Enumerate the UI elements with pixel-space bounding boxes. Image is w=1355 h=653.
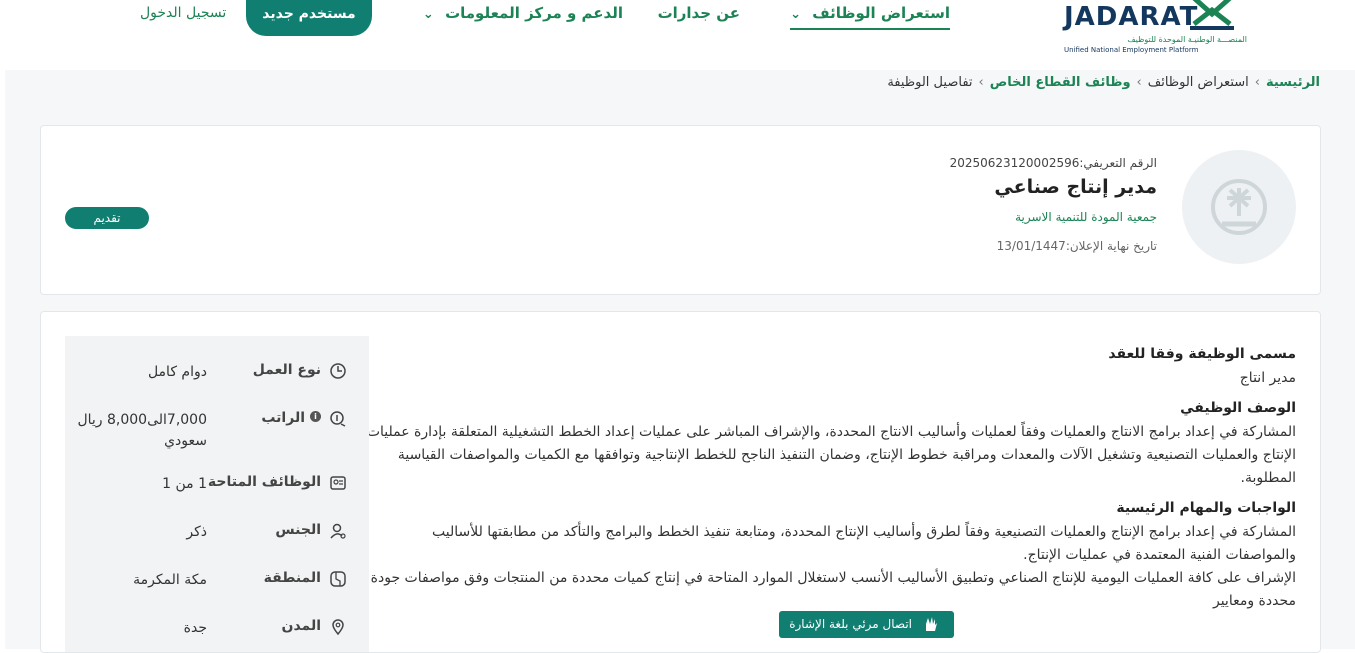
ad-deadline: تاريخ نهاية الإعلان:13/01/1447 [996, 239, 1157, 253]
logo-subtitle-ar: المنصـــة الوطنيـة الموحدة للتوظيف [1127, 35, 1247, 44]
new-user-button[interactable]: مستخدم جديد [246, 0, 372, 36]
sign-language-call-button[interactable]: اتصال مرئي بلغة الإشارة [779, 611, 954, 638]
breadcrumb-separator-icon: › [1254, 75, 1260, 90]
attribute-label: نوع العمل [252, 362, 321, 378]
breadcrumb-private-sector[interactable]: وظائف القطاع الخاص [990, 75, 1131, 90]
salary-label-text: الراتب [261, 410, 305, 426]
attribute-value: 1 من 1 [162, 476, 207, 492]
attribute-value: 7,000الى8,000 ريال سعودي [77, 412, 207, 449]
apply-button[interactable]: تقديم [65, 207, 149, 229]
attribute-label: i الراتب [261, 410, 321, 426]
id-card-icon [330, 476, 346, 490]
job-summary-card: الرقم التعريفي:20250623120002596 مدير إن… [40, 125, 1321, 295]
login-link[interactable]: تسجيل الدخول [140, 5, 226, 21]
contract-title-heading: مسمى الوظيفة وفقا للعقد [1108, 346, 1296, 362]
description-text: المشاركة في إعداد برامج الانتاج والعمليا… [366, 424, 1296, 486]
nav-browse-jobs-label: استعراض الوظائف [812, 4, 950, 22]
nav-about-jadarat[interactable]: عن جدارات [658, 4, 740, 22]
job-details-card: مسمى الوظيفة وفقا للعقد مدير انتاج الوصف… [40, 311, 1321, 653]
breadcrumb-separator-icon: › [978, 75, 984, 90]
attribute-value: مكة المكرمة [133, 572, 207, 588]
nav-about-label: عن جدارات [657, 4, 740, 22]
duty-item: المشاركة في إعداد برامج الإنتاج والعمليا… [431, 524, 1296, 563]
job-description-section: مسمى الوظيفة وفقا للعقد مدير انتاج الوصف… [366, 342, 1296, 613]
attribute-value: ذكر [186, 524, 207, 540]
job-title: مدير إنتاج صناعي [994, 176, 1157, 198]
clock-icon [330, 363, 346, 379]
organization-name[interactable]: جمعية المودة للتنمية الاسرية [1015, 210, 1157, 224]
jadarat-logo[interactable]: JADARAT المنصـــة الوطنيـة الموحدة للتوظ… [1062, 0, 1252, 60]
organization-placeholder-icon [1211, 179, 1267, 235]
duty-item: الإشراف على كافة العمليات اليومية للإنتا… [370, 570, 1296, 609]
job-reference-number: الرقم التعريفي:20250623120002596 [949, 156, 1157, 170]
site-header: JADARAT المنصـــة الوطنيـة الموحدة للتوظ… [0, 0, 1355, 70]
nav-support-label: الدعم و مركز المعلومات [445, 4, 623, 22]
attribute-label: الجنس [275, 522, 321, 538]
gender-icon [330, 523, 346, 539]
nav-support[interactable]: الدعم و مركز المعلومات ⌄ [423, 4, 623, 22]
nav-browse-jobs[interactable]: استعراض الوظائف ⌄ [790, 4, 950, 30]
salary-icon [330, 411, 346, 427]
logo-subtitle-en: Unified National Employment Platform [1064, 46, 1199, 54]
breadcrumb-home[interactable]: الرئيسية [1266, 75, 1320, 90]
attribute-value: جدة [183, 620, 207, 636]
breadcrumb: الرئيسية › استعراض الوظائف › وظائف القطاع ال… [887, 75, 1320, 90]
breadcrumb-current: تفاصيل الوظيفة [887, 75, 973, 90]
logo-wordmark: JADARAT [1064, 2, 1199, 32]
logo-emblem-icon [1190, 0, 1234, 30]
job-attributes-panel: نوع العمل دوام كامل i الراتب 7,000الى8,00… [65, 336, 369, 652]
breadcrumb-browse[interactable]: استعراض الوظائف [1148, 75, 1249, 90]
duties-heading: الواجبات والمهام الرئيسية [1116, 500, 1296, 516]
map-icon [330, 571, 346, 587]
attribute-label: المنطقة [263, 570, 321, 586]
info-icon[interactable]: i [310, 411, 321, 422]
organization-avatar [1182, 150, 1296, 264]
attribute-value: دوام كامل [147, 364, 207, 380]
contract-title: مدير انتاج [1239, 370, 1296, 386]
sign-language-hand-icon [926, 617, 937, 631]
attribute-label: الوظائف المتاحة [207, 474, 321, 490]
chevron-down-icon: ⌄ [790, 7, 801, 22]
sign-language-label: اتصال مرئي بلغة الإشارة [789, 617, 912, 631]
location-pin-icon [332, 619, 344, 636]
breadcrumb-separator-icon: › [1136, 75, 1142, 90]
chevron-down-icon: ⌄ [422, 7, 434, 22]
attribute-label: المدن [281, 618, 321, 634]
description-heading: الوصف الوظيفي [1180, 400, 1296, 416]
